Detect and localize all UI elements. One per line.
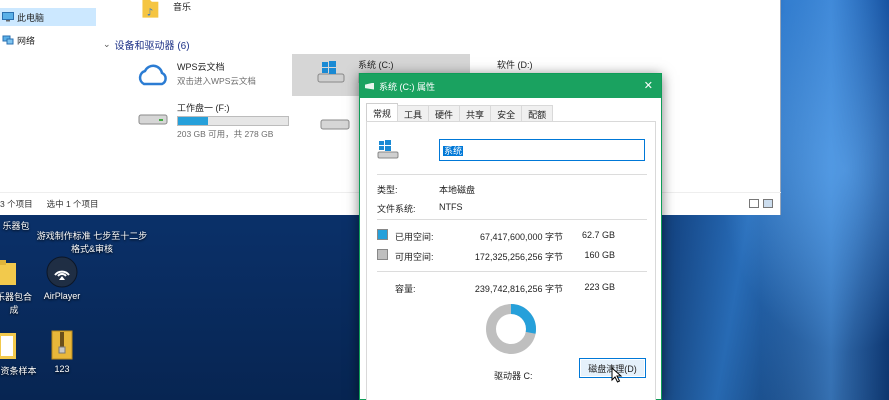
details-view-icon[interactable] — [749, 199, 759, 208]
used-space-bytes: 67,417,600,000 字节 — [479, 232, 563, 242]
windows-drive-icon — [377, 140, 399, 159]
device-name: WPS云文档 — [177, 62, 225, 72]
folder-icon — [0, 333, 16, 359]
type-value: 本地磁盘 — [439, 185, 476, 195]
device-name: 软件 (D:) — [497, 60, 533, 70]
devices-group-header[interactable]: ⌄ 设备和驱动器 (6) — [103, 37, 190, 52]
music-folder-label: 音乐 — [173, 2, 192, 12]
general-tab-panel: 系统 类型: 本地磁盘 文件系统: NTFS 已用空间: 67,417,600,… — [366, 121, 656, 400]
used-space-size: 62.7 GB — [581, 230, 615, 240]
close-icon[interactable]: ✕ — [644, 79, 653, 92]
drive-name-input[interactable]: 系统 — [439, 139, 645, 161]
nav-item-this-pc[interactable]: 此电脑 — [0, 8, 96, 26]
status-selected-count: 选中 1 个项目 — [46, 199, 99, 209]
dialog-title: 系统 (C:) 属性 — [379, 81, 435, 92]
airplayer-icon — [46, 256, 78, 288]
tab-sharing[interactable]: 共享 — [459, 105, 492, 122]
desktop-icon-label: 游戏制作标准 七步至十二步 格式&审核 — [36, 231, 148, 254]
music-folder[interactable]: ♪ 音乐 — [141, 0, 191, 24]
nav-item-label: 网络 — [17, 35, 36, 46]
tab-security[interactable]: 安全 — [490, 105, 523, 122]
desktop-icon-airplayer[interactable]: AirPlayer — [40, 256, 84, 301]
desktop-icon-game-standard[interactable]: 游戏制作标准 七步至十二步 格式&审核 — [32, 219, 152, 255]
device-tile-wps[interactable]: WPS云文档 双击进入WPS云文档 — [135, 60, 256, 90]
desktop-icon-instrument-pack[interactable]: 乐器包 — [0, 219, 36, 232]
drive-name-value: 系统 — [443, 146, 464, 156]
computer-icon — [2, 12, 14, 22]
tiles-view-icon[interactable] — [763, 199, 773, 208]
device-tile-d[interactable]: 软件 (D:) — [497, 58, 533, 71]
usage-donut-chart — [486, 304, 536, 354]
desktop-icon-payslip-sample[interactable]: 工资条样本 — [0, 330, 38, 377]
desktop-icon-label: 乐器包合成 — [0, 292, 32, 315]
free-space-size: 160 GB — [584, 250, 615, 260]
desktop-icon-instrument-pack-mix[interactable]: 乐器包合成 — [0, 260, 36, 316]
dialog-tabs: 常规 工具 硬件 共享 安全 配额 — [366, 103, 554, 122]
desktop-icon-label: 乐器包 — [2, 221, 30, 231]
tab-general[interactable]: 常规 — [366, 103, 399, 122]
dialog-title-bar[interactable]: 系统 (C:) 属性 ✕ — [360, 74, 661, 98]
drive-icon — [138, 114, 168, 125]
divider — [377, 271, 647, 272]
desktop-icon-label: AirPlayer — [43, 291, 81, 301]
free-space-swatch — [377, 249, 388, 260]
drive-usage-bar — [177, 116, 289, 126]
chevron-down-icon: ⌄ — [103, 39, 111, 49]
capacity-bytes: 239,742,816,256 字节 — [474, 284, 563, 294]
filesystem-value: NTFS — [439, 202, 463, 212]
device-name: 工作盘一 (F:) — [177, 103, 230, 113]
windows-drive-icon — [317, 61, 345, 83]
drive-label: 驱动器 C: — [494, 371, 533, 381]
svg-text:♪: ♪ — [147, 7, 153, 18]
navigation-pane: 此电脑 网络 — [0, 0, 97, 192]
free-space-label: 可用空间: — [395, 252, 434, 262]
view-toggle — [749, 199, 773, 208]
device-subtitle: 双击进入WPS云文档 — [177, 76, 256, 86]
drive-icon — [320, 119, 350, 130]
capacity-size: 223 GB — [584, 282, 615, 292]
free-space-bytes: 172,325,256,256 字节 — [474, 252, 563, 262]
status-item-count: 3 个项目 — [0, 199, 33, 209]
divider — [377, 219, 647, 220]
device-tile-f[interactable]: 工作盘一 (F:) 203 GB 可用，共 278 GB — [135, 101, 289, 140]
tab-quota[interactable]: 配额 — [521, 105, 554, 122]
device-subtitle: 203 GB 可用，共 278 GB — [177, 129, 274, 139]
device-name: 系统 (C:) — [358, 60, 394, 70]
archive-icon — [51, 330, 73, 360]
tab-tools[interactable]: 工具 — [397, 105, 430, 122]
music-folder-icon: ♪ — [142, 0, 159, 19]
type-label: 类型: — [377, 185, 398, 195]
capacity-label: 容量: — [395, 284, 416, 294]
network-icon — [2, 35, 14, 45]
used-space-label: 已用空间: — [395, 232, 434, 242]
wps-cloud-icon — [138, 64, 167, 86]
devices-group-label: 设备和驱动器 (6) — [114, 41, 190, 52]
tab-hardware[interactable]: 硬件 — [428, 105, 461, 122]
mouse-cursor-icon — [611, 367, 623, 383]
desktop-icon-123[interactable]: 123 — [44, 330, 80, 374]
used-space-swatch — [377, 229, 388, 240]
drive-properties-dialog: 系统 (C:) 属性 ✕ 常规 工具 硬件 共享 安全 配额 系统 类型: 本地… — [359, 73, 662, 400]
desktop-icon-label: 工资条样本 — [0, 366, 37, 376]
divider — [377, 174, 647, 175]
filesystem-label: 文件系统: — [377, 204, 416, 214]
desktop-icon-label: 123 — [54, 364, 70, 374]
nav-item-label: 此电脑 — [17, 12, 45, 23]
nav-item-network[interactable]: 网络 — [0, 31, 96, 49]
folder-icon — [0, 260, 16, 285]
drive-icon — [365, 82, 374, 90]
